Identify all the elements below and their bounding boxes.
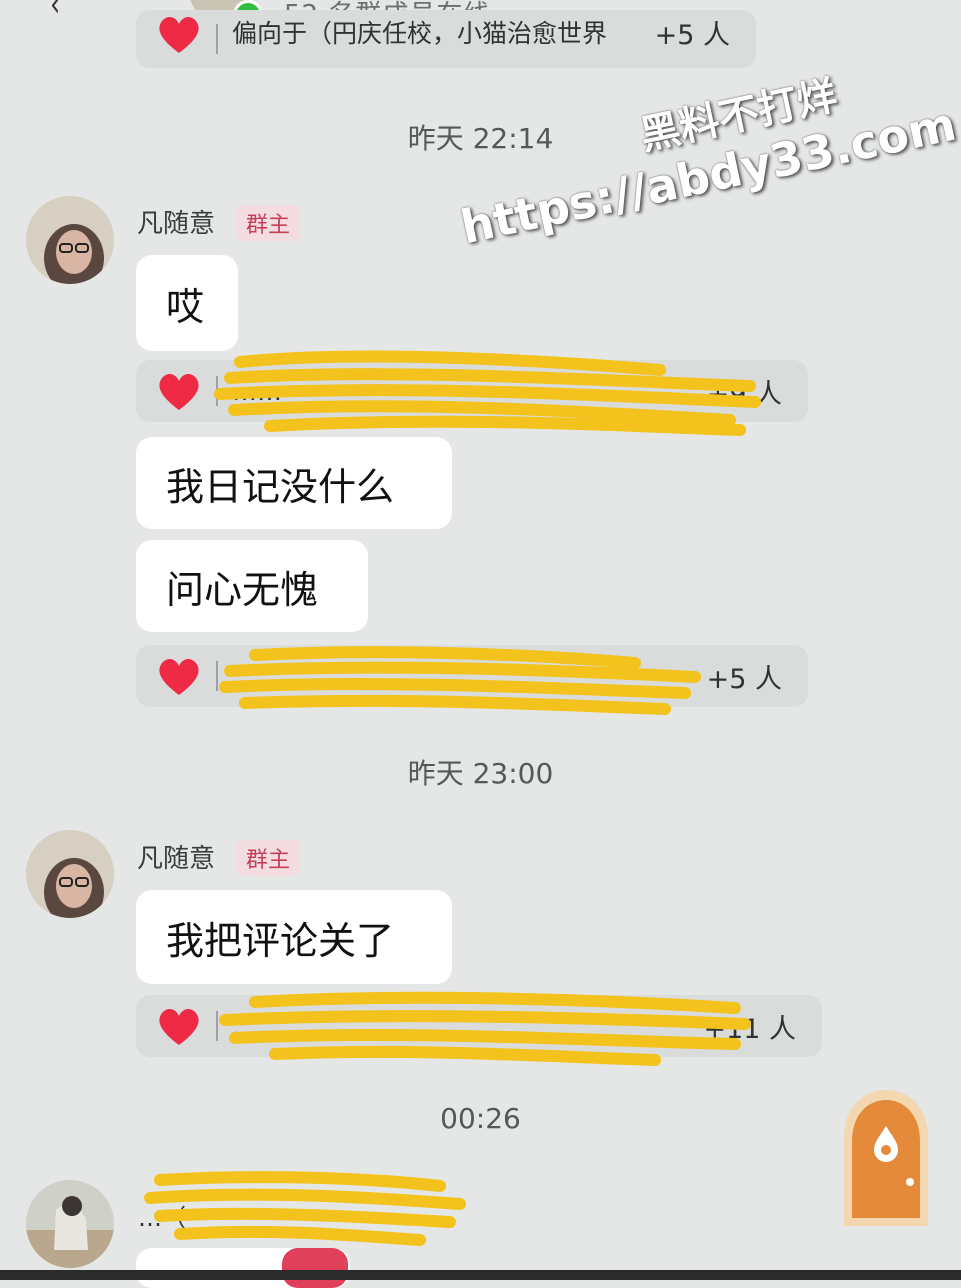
message-preview: …（	[138, 1204, 186, 1232]
door-icon[interactable]	[836, 1086, 936, 1226]
reaction-bubble[interactable]	[282, 1248, 348, 1288]
message-text: 哎	[166, 284, 205, 329]
reaction-names: ……	[232, 376, 282, 406]
bottom-edge	[0, 1270, 961, 1280]
heart-icon	[159, 374, 199, 410]
reaction-count: +11 人	[703, 1013, 796, 1045]
message-bubble[interactable]: 哎	[136, 255, 238, 351]
reaction-divider	[216, 1011, 218, 1041]
timestamp: 昨天 23:00	[407, 757, 554, 790]
heart-icon	[159, 17, 199, 53]
redaction-scribble	[144, 1171, 466, 1246]
message-text: 我把评论关了	[166, 918, 395, 963]
reaction-divider	[216, 376, 218, 406]
sender-name: 凡随意	[137, 844, 216, 874]
reaction-names: ……	[232, 1011, 282, 1041]
reaction-count: +5 人	[706, 663, 782, 695]
timestamp: 00:26	[440, 1102, 521, 1135]
reaction-bar[interactable]: 偏向于（円庆任校，小猫治愈世界 +5 人	[136, 10, 756, 68]
reaction-count: +9 人	[706, 378, 782, 410]
sender-name: 凡随意	[137, 209, 216, 239]
avatar[interactable]	[26, 830, 114, 918]
message-text: 我日记没什么	[166, 464, 395, 509]
reaction-bar[interactable]: …… +5 人	[136, 645, 808, 707]
message-bubble[interactable]: 我日记没什么	[136, 437, 452, 529]
owner-badge: 群主	[236, 205, 301, 241]
owner-badge: 群主	[236, 840, 301, 876]
avatar[interactable]	[26, 1180, 114, 1268]
reaction-names: ……	[232, 661, 282, 691]
reaction-bar[interactable]: …… +11 人	[136, 995, 822, 1057]
reaction-divider	[216, 24, 218, 54]
avatar[interactable]	[26, 196, 114, 284]
reaction-bar[interactable]: …… +9 人	[136, 360, 808, 422]
watermark: 黑料不打烊 https://abdy33.com	[444, 40, 960, 255]
reaction-divider	[216, 661, 218, 691]
reaction-names: 偏向于（円庆任校，小猫治愈世界	[232, 19, 608, 48]
message-text: 问心无愧	[166, 567, 319, 612]
back-icon[interactable]: ‹	[50, 0, 60, 25]
message-bubble[interactable]: 问心无愧	[136, 540, 368, 632]
reaction-count: +5 人	[654, 19, 730, 51]
heart-icon	[159, 1009, 199, 1045]
message-bubble[interactable]: 我把评论关了	[136, 890, 452, 984]
heart-icon	[159, 659, 199, 695]
